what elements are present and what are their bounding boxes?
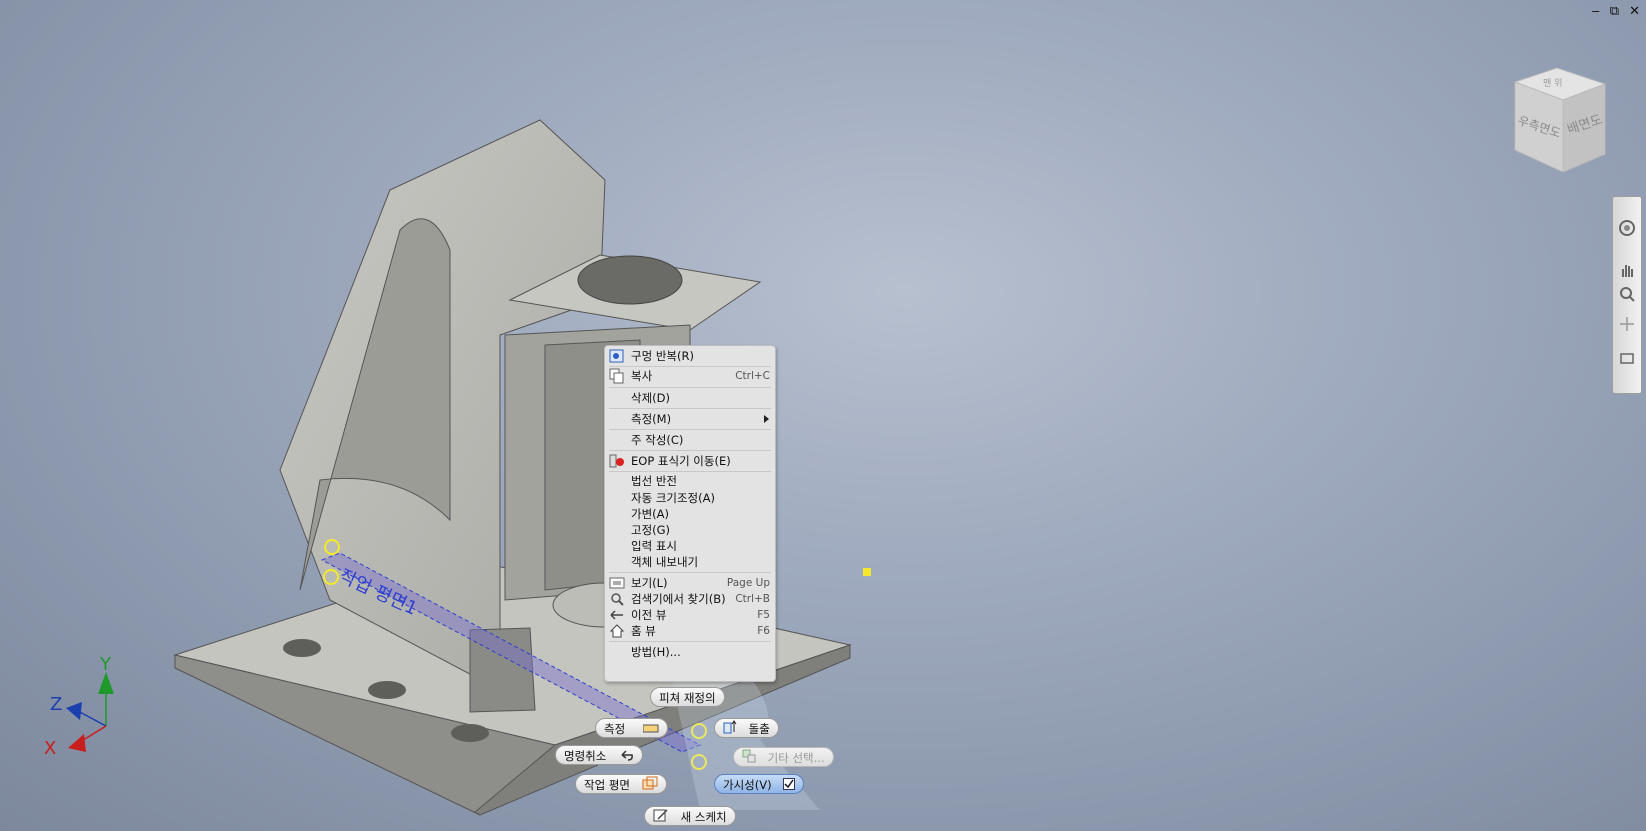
svg-text:Z: Z [50, 694, 62, 715]
menu-item-how-to[interactable]: 방법(H)... [605, 644, 775, 660]
base-hole [283, 639, 321, 657]
menu-item-hole-repeat[interactable]: 구멍 반복(R) [605, 348, 775, 364]
menu-item-delete[interactable]: 삭제(D) [605, 390, 775, 406]
work-plane-icon [642, 776, 658, 796]
menu-item-view[interactable]: 보기(L) Page Up [605, 575, 775, 591]
redefine-feature-button[interactable]: 피쳐 재정의 [650, 687, 725, 707]
menu-item-copy[interactable]: 복사 Ctrl+C [605, 368, 775, 384]
work-plane-button[interactable]: 작업 평면 [575, 774, 667, 794]
axis-triad: Y Z X [44, 654, 114, 759]
menu-item-export-object[interactable]: 객체 내보내기 [605, 554, 775, 570]
menu-item-measure[interactable]: 측정(M) [605, 411, 775, 427]
svg-text:Y: Y [99, 654, 112, 675]
home-icon [609, 623, 625, 639]
base-hole [368, 681, 406, 699]
previous-view-icon [609, 607, 625, 623]
new-sketch-button[interactable]: 새 스케치 [644, 806, 736, 826]
menu-item-find-in-browser[interactable]: 검색기에서 찾기(B) Ctrl+B [605, 591, 775, 607]
steering-wheel-icon[interactable] [1618, 219, 1636, 237]
minimize-button[interactable]: ‒ [1592, 4, 1600, 20]
navigation-bar [1612, 196, 1642, 394]
undo-icon [618, 747, 634, 767]
menu-item-adaptive[interactable]: 가변(A) [605, 506, 775, 522]
menu-item-auto-resize[interactable]: 자동 크기조정(A) [605, 490, 775, 506]
eop-marker-icon [609, 453, 625, 469]
measure-button[interactable]: 측정 [595, 718, 668, 738]
context-menu: 구멍 반복(R) 복사 Ctrl+C 삭제(D) 측정(M) 주 작성(C) E… [604, 345, 776, 682]
select-other-icon [742, 749, 756, 769]
extrude-icon [723, 719, 737, 740]
close-button[interactable]: ✕ [1629, 4, 1640, 20]
menu-item-fixed[interactable]: 고정(G) [605, 522, 775, 538]
submenu-arrow-icon [764, 415, 769, 423]
extrude-button[interactable]: 돌출 [714, 718, 779, 738]
undo-button[interactable]: 명령취소 [555, 745, 643, 765]
menu-item-move-eop[interactable]: EOP 표식기 이동(E) [605, 453, 775, 469]
svg-text:맨 위: 맨 위 [1543, 78, 1562, 89]
view-icon [609, 575, 625, 591]
visibility-button[interactable]: 가시성(V) [714, 774, 805, 796]
pan-icon[interactable] [1618, 261, 1636, 279]
graphics-viewport[interactable]: 작업 평면1 Y Z X 맨 위 우측면도 배면도 ‒ ⧉ ✕ 구멍 반복(R)… [0, 0, 1646, 831]
part-model[interactable]: 작업 평면1 [0, 0, 1646, 831]
window-controls: ‒ ⧉ ✕ [1592, 4, 1640, 20]
checkbox-icon [783, 776, 796, 796]
svg-text:X: X [44, 738, 56, 759]
cursor-point [863, 568, 871, 576]
base-hole [451, 724, 489, 742]
bore-hole [577, 255, 683, 305]
copy-icon [609, 368, 625, 384]
sketch-icon [653, 808, 669, 828]
hole-icon [609, 348, 625, 364]
look-at-icon[interactable] [1618, 349, 1636, 367]
ruler-icon [642, 720, 659, 740]
restore-button[interactable]: ⧉ [1610, 4, 1619, 20]
orbit-icon[interactable] [1618, 315, 1636, 333]
viewcube[interactable]: 맨 위 우측면도 배면도 [1505, 62, 1615, 172]
find-icon [609, 591, 625, 607]
menu-item-home-view[interactable]: 홈 뷰 F6 [605, 623, 775, 639]
menu-item-create-note[interactable]: 주 작성(C) [605, 432, 775, 448]
menu-item-show-input[interactable]: 입력 표시 [605, 538, 775, 554]
menu-item-flip-normal[interactable]: 법선 반전 [605, 473, 775, 489]
zoom-icon[interactable] [1618, 285, 1636, 303]
menu-item-previous-view[interactable]: 이전 뷰 F5 [605, 607, 775, 623]
other-select-button[interactable]: 기타 선택... [733, 747, 834, 767]
